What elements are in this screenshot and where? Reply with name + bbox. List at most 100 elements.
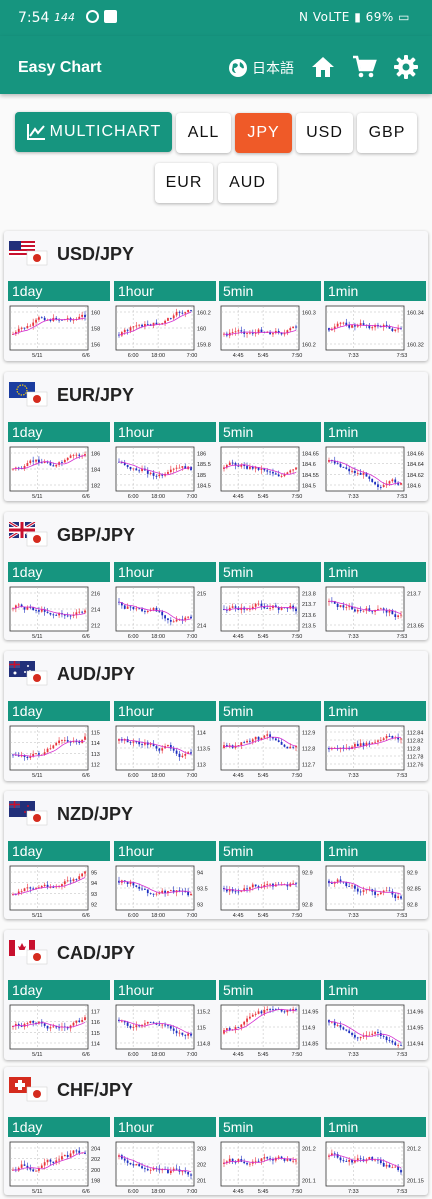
flag-pair-icon [9,382,48,407]
filter-all-button[interactable]: ALL [176,113,231,153]
timeframe-label: 1hour [114,562,216,582]
candle-body [126,465,129,467]
chart-cell-1hour[interactable]: 1hour 215 214 6:00 18:00 7:00 [114,562,216,642]
pair-header: NZD/JPY [9,799,133,829]
chart-cell-1min[interactable]: 1min 184.66 184.64 184.62 184.6 7:33 7:53 [324,422,426,502]
filter-aud-button[interactable]: AUD [218,163,277,203]
chart-cell-1day[interactable]: 1day 115 114 113 112 5/11 6/6 [8,701,110,781]
price-tick-label: 184.55 [302,473,319,479]
time-tick-label: 4:45 [233,773,244,779]
time-tick-label: 7:50 [292,773,303,779]
candle-body [32,1169,35,1172]
chart-cell-5min[interactable]: 5min 114.95 114.9 114.85 4:45 5:45 7:50 [219,980,321,1060]
candle-body [400,738,402,740]
chart-cell-1hour[interactable]: 1hour 114 113.5 113 6:00 18:00 7:00 [114,701,216,781]
pair-card[interactable]: NZD/JPY 1day 95 94 93 92 5/11 6/6 1hour 94 93.5 93 6… [4,791,428,919]
candle-body [351,1032,353,1035]
candle-body [237,891,240,893]
candle-body [135,1025,138,1028]
pair-card[interactable]: USD/JPY 1day 160 158 156 5/11 6/6 1hour 160.2 160… [4,231,428,361]
filter-gbp-button[interactable]: GBP [357,113,417,153]
flag-pair-icon [9,522,48,547]
pair-card[interactable]: EUR/JPY 1day 186 184 182 5/11 6/6 1hour 186 185.5… [4,372,428,501]
chart-cell-5min[interactable]: 5min 112.9 112.8 112.7 4:45 5:45 7:50 [219,701,321,781]
candle-body [126,606,129,609]
candle-body [368,1157,371,1160]
filter-usd-button[interactable]: USD [296,113,353,153]
chart-cell-1min[interactable]: 1min 114.96 114.95 114.94 7:33 7:53 [324,980,426,1060]
chart-cell-5min[interactable]: 5min 92.9 92.8 4:45 5:45 7:50 [219,841,321,921]
time-tick-label: 4:45 [233,494,244,500]
timeframe-label: 5min [219,701,321,721]
candle-body [289,470,292,473]
chart-cell-1day[interactable]: 1day 216 214 212 5/11 6/6 [8,562,110,642]
chart-cell-5min[interactable]: 5min 160.3 160.2 4:45 5:45 7:50 [219,281,321,361]
chart-cell-1min[interactable]: 1min 201.2 201.15 7:33 7:53 [324,1117,426,1197]
candle-body [129,882,132,884]
pair-card[interactable]: GBP/JPY 1day 216 214 212 5/11 6/6 1hour 215 214 6:… [4,512,428,640]
price-tick-label: 184.62 [407,473,424,479]
cart-icon[interactable] [351,54,377,80]
candle-body [75,612,78,615]
candle-body [132,1164,135,1166]
candle-body [394,1166,397,1168]
candle-body [20,1026,23,1027]
candle-body [289,328,292,331]
chart-cell-1day[interactable]: 1day 117 116 115 114 5/11 6/6 [8,980,110,1060]
chart-cell-1hour[interactable]: 1hour 94 93.5 93 6:00 18:00 7:00 [114,841,216,921]
price-tick-label: 200 [91,1168,100,1174]
chart-cell-1day[interactable]: 1day 160 158 156 5/11 6/6 [8,281,110,361]
candle-body [52,745,55,749]
pair-card[interactable]: CHF/JPY 1day 204 202 200 198 5/11 6/6 1hour 203 20… [4,1067,428,1195]
price-tick-label: 160 [91,311,100,317]
pair-card[interactable]: CAD/JPY 1day 117 116 115 114 5/11 6/6 1hour 115.2… [4,930,428,1060]
candle-body [149,1021,152,1023]
language-button[interactable]: 日本語 [228,56,294,80]
timeframe-label: 1day [8,1117,110,1137]
candle-body [187,1172,190,1175]
chart-cell-1hour[interactable]: 1hour 203 202 201 6:00 18:00 7:00 [114,1117,216,1197]
candle-body [175,1168,178,1170]
candle-body [263,1157,266,1159]
candle-body [146,611,149,613]
price-tick-label: 93.5 [197,887,208,893]
chart-cell-5min[interactable]: 5min 201.2 201.1 4:45 5:45 7:50 [219,1117,321,1197]
chart-cell-1hour[interactable]: 1hour 186 185.5 185 184.5 6:00 18:00 7:00 [114,422,216,502]
chart-cell-1hour[interactable]: 1hour 160.2 160 159.8 6:00 18:00 7:00 [114,281,216,361]
candle-body [63,740,66,741]
candle-body [72,454,75,456]
home-icon[interactable] [310,54,336,80]
chart-cell-1min[interactable]: 1min 213.7 213.65 7:33 7:53 [324,562,426,642]
candle-body [35,459,37,462]
candle-body [391,328,394,331]
candle-body [40,1165,43,1169]
candle-body [394,1042,397,1045]
candle-body [158,611,161,613]
candle-body [29,887,32,889]
gear-icon[interactable] [393,54,419,80]
chart-cell-5min[interactable]: 5min 184.65 184.6 184.55 184.5 4:45 5:45 7:50 [219,422,321,502]
timeframe-label: 5min [219,562,321,582]
price-tick-label: 158 [91,327,100,333]
filter-jpy-button[interactable]: JPY [235,113,292,153]
candle-body [231,606,234,608]
candle-body [277,474,280,477]
chart-cell-1hour[interactable]: 1hour 115.2 115 114.8 6:00 18:00 7:00 [114,980,216,1060]
time-tick-label: 5/11 [32,634,42,640]
candle-body [385,1036,388,1041]
chart-cell-1min[interactable]: 1min 92.9 92.85 92.8 7:33 7:53 [324,841,426,921]
status-time: 7:54 [18,10,50,26]
multichart-button[interactable]: MULTICHART [15,112,172,152]
filter-eur-button[interactable]: EUR [155,163,213,203]
pair-card[interactable]: AUD/JPY 1day 115 114 113 112 5/11 6/6 1hour 114 11… [4,651,428,781]
timeframe-label: 1day [8,562,110,582]
chart-cell-5min[interactable]: 5min 213.8 213.7 213.6 213.5 4:45 5:45 7:50 [219,562,321,642]
chart-cell-1day[interactable]: 1day 95 94 93 92 5/11 6/6 [8,841,110,921]
chart-cell-1day[interactable]: 1day 204 202 200 198 5/11 6/6 [8,1117,110,1197]
candle-body [72,879,75,882]
candle-body [129,1025,132,1028]
chart-cell-1min[interactable]: 1min 160.34 160.32 7:33 7:53 [324,281,426,361]
chart-cell-1min[interactable]: 1min 112.84 112.82 112.8 112.78 112.76 7:33 7:5… [324,701,426,781]
candle-body [234,1161,237,1163]
chart-cell-1day[interactable]: 1day 186 184 182 5/11 6/6 [8,422,110,502]
